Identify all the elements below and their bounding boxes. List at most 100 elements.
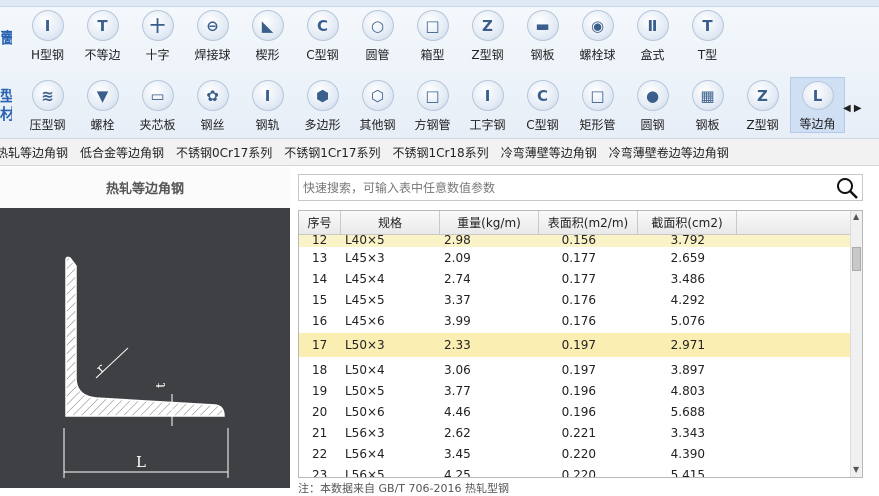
box-section-icon: □ [416, 10, 449, 41]
cell-section-area: 4.803 [670, 383, 705, 398]
scroll-down-icon[interactable]: ▼ [853, 465, 859, 474]
tab-5[interactable]: 冷弯薄壁等边角钢 [501, 144, 597, 161]
cell-surface-area: 0.220 [561, 467, 596, 478]
t-section-icon: T [691, 10, 724, 41]
cell-weight: 3.37 [444, 292, 471, 307]
cell-surface-area: 0.177 [561, 250, 596, 265]
tool-label: 夹芯板 [139, 118, 176, 132]
tool-label: H型钢 [30, 48, 65, 62]
table-row[interactable]: 13 L45×3 2.09 0.177 2.659 [299, 247, 850, 268]
welded-ball-icon: ⊖ [196, 10, 229, 41]
z-steel-icon: Z [746, 80, 779, 111]
tool-c-steel-button[interactable]: C C型钢 [515, 77, 570, 133]
tool-i-beam-button[interactable]: I 工字钢 [460, 77, 515, 133]
sandwich-panel-icon: ▭ [141, 80, 174, 111]
angle-section-diagram: r t L [63, 256, 229, 478]
toolbar-scroll-arrows[interactable]: ◀ ▶ [843, 103, 862, 114]
rect-tube-icon: □ [581, 80, 614, 111]
cell-index: 21 [312, 425, 328, 440]
c-steel-icon: C [526, 80, 559, 111]
tool-label: 其他钢 [359, 118, 396, 132]
side-label-bottom: 型材 [0, 87, 12, 123]
tab-4[interactable]: 不锈钢1Cr18系列 [392, 144, 488, 161]
scroll-thumb[interactable] [852, 247, 861, 271]
cell-spec: L50×4 [345, 362, 385, 377]
table-row[interactable]: 22 L56×4 3.45 0.220 4.390 [299, 443, 850, 464]
tool-z-steel-button[interactable]: Z Z型钢 [735, 77, 790, 133]
tool-checker-plate-button[interactable]: ▦ 钢板 [680, 77, 735, 133]
tool-rail-button[interactable]: I 钢轨 [240, 77, 295, 133]
tool-unequal-angle-button[interactable]: T 不等边 [75, 7, 130, 63]
tool-steel-plate-button[interactable]: ▬ 钢板 [515, 7, 570, 63]
table-row[interactable]: 19 L50×5 3.77 0.196 4.803 [299, 380, 850, 401]
tool-rect-tube-button[interactable]: □ 矩形管 [570, 77, 625, 133]
cell-surface-area: 0.221 [561, 425, 596, 440]
other-steel-icon: ⬡ [361, 80, 394, 111]
table-vertical-scrollbar[interactable]: ▲ ▼ [850, 211, 862, 477]
tool-round-bar-button[interactable]: ● 圆钢 [625, 77, 680, 133]
search-icon[interactable] [835, 177, 859, 199]
tool-steel-wire-button[interactable]: ✿ 钢丝 [185, 77, 240, 133]
table-row[interactable]: 18 L50×4 3.06 0.197 3.897 [299, 359, 850, 380]
header-section-area[interactable]: 截面积(cm2) [638, 211, 737, 234]
bolt-ball-icon: ◉ [581, 10, 614, 41]
cell-weight: 3.06 [444, 362, 471, 377]
side-label-top: 夁 [0, 29, 12, 47]
tool-box-section-button[interactable]: □ 箱型 [405, 7, 460, 63]
cell-section-area: 2.971 [670, 338, 705, 352]
tab-0[interactable]: 热轧等边角钢 [0, 144, 68, 161]
table-row[interactable]: 21 L56×3 2.62 0.221 3.343 [299, 422, 850, 443]
tool-cross-button[interactable]: 十十字 [130, 7, 185, 63]
table-row[interactable]: 20 L50×6 4.46 0.196 5.688 [299, 401, 850, 422]
tool-round-tube-button[interactable]: ○ 圆管 [350, 7, 405, 63]
tool-welded-ball-button[interactable]: ⊖ 焊接球 [185, 7, 240, 63]
tab-6[interactable]: 冷弯薄壁卷边等边角钢 [609, 144, 729, 161]
toolbar-row-1: I H型钢 T 不等边十十字 ⊖ 焊接球 ◣ 楔形 C C型钢 ○ 圆管 □ 箱型 Z Z型钢 ▬ 钢板 ◉ 螺栓球 Ⅱ… [20, 7, 735, 67]
checker-plate-icon: ▦ [691, 80, 724, 111]
table-row-partial[interactable]: 12 L40×5 2.98 0.156 3.792 [299, 235, 850, 247]
cell-spec: L45×3 [345, 250, 385, 265]
cell-spec: L56×4 [345, 446, 385, 461]
tool-square-tube-button[interactable]: □ 方钢管 [405, 77, 460, 133]
table-row[interactable]: 15 L45×5 3.37 0.176 4.292 [299, 289, 850, 310]
tool-bolt-ball-button[interactable]: ◉ 螺栓球 [570, 7, 625, 63]
table-row[interactable]: 16 L45×6 3.99 0.176 5.076 [299, 310, 850, 331]
cell-weight: 3.45 [444, 446, 471, 461]
tool-h-beam-button[interactable]: I H型钢 [20, 7, 75, 63]
tool-t-section-button[interactable]: T T型 [680, 7, 735, 63]
tab-3[interactable]: 不锈钢1Cr17系列 [284, 144, 380, 161]
tool-profiled-steel-button[interactable]: ≋ 压型钢 [20, 77, 75, 133]
table-row-selected[interactable]: 17 L50×3 2.33 0.197 2.971 [299, 333, 850, 357]
search-input[interactable] [299, 175, 829, 200]
cell-index: 18 [312, 362, 328, 377]
tool-box-type-button[interactable]: Ⅱ 盒式 [625, 7, 680, 63]
section-title: 热轧等边角钢 [0, 167, 290, 208]
table-row[interactable]: 14 L45×4 2.74 0.177 3.486 [299, 268, 850, 289]
tool-equal-angle-button[interactable]: L 等边角 [790, 77, 845, 133]
tool-label: 压型钢 [29, 118, 66, 132]
tool-wedge-button[interactable]: ◣ 楔形 [240, 7, 295, 63]
tool-sandwich-panel-button[interactable]: ▭ 夹芯板 [130, 77, 185, 133]
header-surface-area[interactable]: 表面积(m2/m) [539, 211, 638, 234]
cell-index: 15 [312, 292, 328, 307]
header-spec[interactable]: 规格 [341, 211, 440, 234]
tab-1[interactable]: 低合金等边角钢 [80, 144, 164, 161]
table-body: 12 L40×5 2.98 0.156 3.792 13 L45×3 2.09 0.177 2.6… [299, 235, 850, 477]
scroll-up-icon[interactable]: ▲ [853, 212, 859, 221]
tool-z-section-button[interactable]: Z Z型钢 [460, 7, 515, 63]
cell-section-area: 2.659 [670, 250, 705, 265]
tool-label: 多边形 [304, 118, 341, 132]
header-index[interactable]: 序号 [299, 211, 341, 234]
table-row[interactable]: 23 L56×5 4.25 0.220 5.415 [299, 464, 850, 478]
footnote: 注：本数据来自 GB/T 706-2016 热轧型钢 [298, 482, 509, 495]
header-weight[interactable]: 重量(kg/m) [440, 211, 539, 234]
tool-polygon-button[interactable]: ⬢ 多边形 [295, 77, 350, 133]
tool-label: 十字 [145, 48, 170, 62]
tool-other-steel-button[interactable]: ⬡ 其他钢 [350, 77, 405, 133]
tab-2[interactable]: 不锈钢0Cr17系列 [176, 144, 272, 161]
cell-surface-area: 0.176 [561, 313, 596, 328]
tool-c-channel-button[interactable]: C C型钢 [295, 7, 350, 63]
tool-label: 盒式 [640, 48, 665, 62]
tool-bolt-button[interactable]: ▼ 螺栓 [75, 77, 130, 133]
cell-section-area: 3.897 [670, 362, 705, 377]
